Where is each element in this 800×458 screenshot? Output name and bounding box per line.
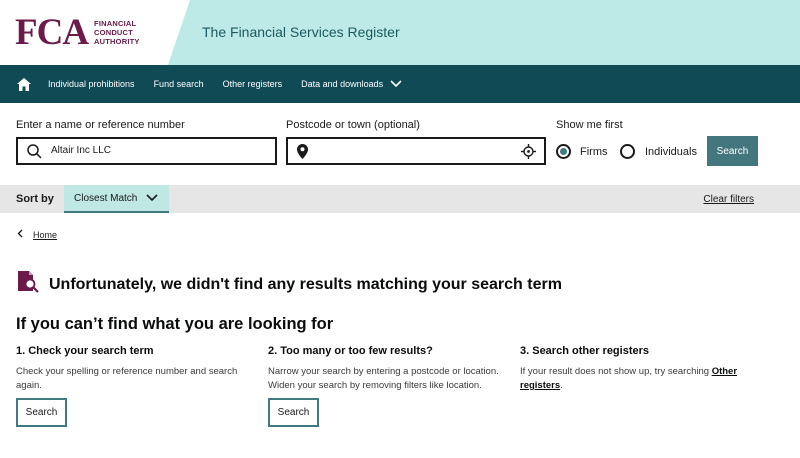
search-icon	[27, 144, 42, 164]
nav-label: Individual prohibitions	[48, 79, 135, 89]
help-text-before: If your result does not show up, try sea…	[520, 366, 712, 377]
help-text-after: .	[560, 380, 563, 391]
logo-line-1: FINANCIAL	[94, 18, 137, 28]
search-button[interactable]: Search	[707, 136, 758, 166]
no-results-heading: Unfortunately, we didn't find any result…	[49, 275, 562, 293]
postcode-label: Postcode or town (optional)	[286, 119, 420, 131]
sort-selected-value: Closest Match	[74, 192, 138, 204]
logo-line-3: AUTHORITY	[94, 36, 140, 46]
postcode-field[interactable]	[286, 137, 546, 165]
help-heading: 3. Search other registers	[520, 345, 650, 357]
site-header: FCA FINANCIAL CONDUCT AUTHORITY The Fina…	[0, 0, 800, 65]
help-column-3: 3. Search other registers If your result…	[520, 345, 760, 393]
help-heading: 2. Too many or too few results?	[268, 345, 433, 357]
home-icon[interactable]	[0, 65, 48, 103]
help-text: If your result does not show up, try sea…	[520, 365, 760, 393]
document-search-icon	[17, 271, 39, 298]
sort-bar: Sort by Closest Match Clear filters	[0, 185, 800, 213]
nav-individual-prohibitions[interactable]: Individual prohibitions	[48, 79, 135, 89]
individuals-radio[interactable]	[620, 144, 635, 159]
clear-filters-link[interactable]: Clear filters	[703, 194, 754, 205]
name-field[interactable]	[16, 137, 277, 165]
search-form: Enter a name or reference number Postcod…	[0, 103, 800, 185]
crosshair-icon[interactable]	[521, 144, 536, 164]
no-results-message: Unfortunately, we didn't find any result…	[17, 271, 562, 298]
show-first-label: Show me first	[556, 119, 623, 131]
logo-mark: FCA	[15, 11, 89, 53]
nav-data-and-downloads[interactable]: Data and downloads	[301, 79, 402, 89]
location-pin-icon	[297, 144, 308, 164]
register-title[interactable]: The Financial Services Register	[202, 24, 400, 40]
individuals-label[interactable]: Individuals	[645, 146, 697, 158]
help-heading: 1. Check your search term	[16, 345, 154, 357]
chevron-left-icon	[17, 229, 23, 240]
sort-label: Sort by	[16, 193, 54, 205]
nav-label: Fund search	[153, 79, 204, 89]
chevron-down-icon	[146, 194, 158, 202]
help-column-1: 1. Check your search term Check your spe…	[16, 345, 256, 393]
chevron-down-icon	[390, 80, 402, 88]
main-nav: Individual prohibitions Fund search Othe…	[0, 65, 800, 103]
postcode-input[interactable]	[316, 145, 516, 156]
firms-label[interactable]: Firms	[580, 146, 608, 158]
help-column-2: 2. Too many or too few results? Narrow y…	[268, 345, 508, 393]
help-title: If you can’t find what you are looking f…	[16, 315, 334, 333]
nav-label: Other registers	[222, 79, 283, 89]
help-text: Check your spelling or reference number …	[16, 366, 238, 391]
name-input[interactable]	[51, 145, 266, 156]
fca-logo[interactable]: FCA FINANCIAL CONDUCT AUTHORITY	[15, 11, 140, 53]
nav-other-registers[interactable]: Other registers	[223, 79, 283, 89]
help-text: Narrow your search by entering a postcod…	[268, 366, 499, 391]
firms-radio[interactable]	[556, 144, 571, 159]
breadcrumb-home-link[interactable]: Home	[33, 230, 57, 240]
logo-line-2: CONDUCT	[94, 27, 133, 37]
sort-select[interactable]: Closest Match	[64, 185, 169, 213]
search-button-1[interactable]: Search	[16, 398, 67, 427]
name-label: Enter a name or reference number	[16, 119, 185, 131]
logo-text: FINANCIAL CONDUCT AUTHORITY	[94, 19, 140, 46]
search-button-2[interactable]: Search	[268, 398, 319, 427]
nav-fund-search[interactable]: Fund search	[154, 79, 204, 89]
nav-label: Data and downloads	[301, 79, 384, 89]
breadcrumb: Home	[17, 229, 57, 240]
